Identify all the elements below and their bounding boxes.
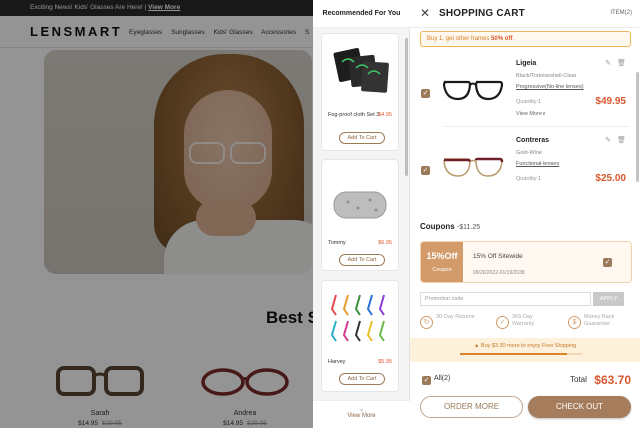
cart-item-color: Black/Tortoiseshell-Clear xyxy=(516,73,577,79)
cart-scrollbar[interactable] xyxy=(636,52,639,332)
view-more-button[interactable]: ⌄ View More xyxy=(313,400,410,428)
recommended-price: $5.95 xyxy=(378,359,392,365)
total-label: Total xyxy=(570,375,587,384)
truck-icon: ▲ xyxy=(473,343,481,349)
checkout-button[interactable]: CHECK OUT xyxy=(528,396,631,418)
order-more-button[interactable]: ORDER MORE xyxy=(420,396,523,418)
add-to-cart-button[interactable]: Add To Cart xyxy=(339,132,385,144)
edit-icon[interactable]: ✎ xyxy=(605,59,611,67)
cart-item-lens[interactable]: Progressive(No-line lenses) xyxy=(516,84,584,90)
promo-banner: Buy 1, get other frames 50% off. xyxy=(420,31,631,47)
shield-icon: ✓ xyxy=(496,316,509,329)
coupons-title: Coupons -$11.25 xyxy=(420,222,481,231)
trash-icon[interactable]: 🗑 xyxy=(617,136,626,144)
recommended-price: $4.95 xyxy=(378,112,392,118)
total-row: ✓ All(2) Total $63.70 xyxy=(410,364,640,392)
glasses-chains-image xyxy=(330,294,385,342)
free-shipping-text: ▲ Buy $3.30 more to enjoy Free Shipping xyxy=(473,343,577,349)
shipping-progress xyxy=(460,353,582,355)
select-all-label: All(2) xyxy=(434,375,451,382)
recommended-name: Tommy xyxy=(328,240,346,246)
recommended-name: Harvey xyxy=(328,359,346,365)
cart-item-quantity: Quantity:1 xyxy=(516,99,542,105)
cart-item-price: $49.95 xyxy=(595,96,626,107)
cart-item-price: $25.00 xyxy=(595,173,626,184)
cart-item-quantity: Quantity:1 xyxy=(516,176,542,182)
cloth-set-image xyxy=(333,47,389,93)
returns-icon: ↻ xyxy=(420,316,433,329)
apply-button[interactable]: APPLY xyxy=(593,292,624,306)
trash-icon[interactable]: 🗑 xyxy=(617,59,626,67)
coupons-amount: -$11.25 xyxy=(456,224,481,231)
modal-overlay[interactable] xyxy=(0,0,313,428)
cart-title: SHOPPING CART xyxy=(439,8,525,19)
cart-item-name: Ligeia xyxy=(516,60,537,67)
glasses-image xyxy=(442,80,504,101)
cart-item-color: Gold-Wine xyxy=(516,150,542,156)
cart-header: ✕ SHOPPING CART ITEM(2) xyxy=(410,0,640,28)
edit-icon[interactable]: ✎ xyxy=(605,136,611,144)
view-more-link[interactable]: View More∨ xyxy=(516,111,546,117)
item-count: ITEM(2) xyxy=(610,10,632,16)
recommended-title: Recommended For You xyxy=(313,0,410,28)
coupon-dates: 09/26/2022-01/19/2038 xyxy=(473,270,525,276)
select-all-checkbox[interactable]: ✓ xyxy=(422,376,431,385)
cart-item-lens[interactable]: Functional-lenses xyxy=(516,161,559,167)
cart-item-name: Contreras xyxy=(516,137,550,144)
add-to-cart-button[interactable]: Add To Cart xyxy=(339,254,385,266)
recommended-card[interactable]: Tommy $6.95 Add To Cart xyxy=(321,159,399,271)
add-to-cart-button[interactable]: Add To Cart xyxy=(339,373,385,385)
promotion-code-input[interactable]: Promotion code xyxy=(420,292,591,306)
recommended-card[interactable]: Fog-proof cloth Set 3 $4.95 Add To Cart xyxy=(321,33,399,151)
recommended-panel: Recommended For You Fog-proof cloth Set … xyxy=(313,0,410,428)
shopping-cart-panel: ✕ SHOPPING CART ITEM(2) Buy 1, get other… xyxy=(410,0,640,428)
coupon-card[interactable]: 15%Off Coupon 15% Off Sitewide 09/26/202… xyxy=(420,241,632,283)
free-shipping-bar: ▲ Buy $3.30 more to enjoy Free Shipping xyxy=(410,338,640,362)
close-icon[interactable]: ✕ xyxy=(420,6,430,20)
coupon-badge: 15%Off Coupon xyxy=(421,242,463,282)
divider xyxy=(444,126,630,127)
money-icon: $ xyxy=(568,316,581,329)
total-value: $63.70 xyxy=(594,373,631,387)
glasses-image xyxy=(443,157,504,177)
coupon-title: 15% Off Sitewide xyxy=(473,253,523,260)
item-checkbox[interactable]: ✓ xyxy=(421,166,430,175)
coupon-checkbox[interactable]: ✓ xyxy=(603,258,612,267)
item-checkbox[interactable]: ✓ xyxy=(421,89,430,98)
recommended-name: Fog-proof cloth Set 3 xyxy=(328,112,380,118)
recommended-scrollbar[interactable] xyxy=(405,30,408,400)
recommended-price: $6.95 xyxy=(378,240,392,246)
recommended-card[interactable]: Harvey $5.95 Add To Cart xyxy=(321,280,399,392)
chevron-down-icon: ⌄ xyxy=(358,406,365,413)
view-more-label: View More xyxy=(347,413,376,419)
glasses-case-image xyxy=(333,191,387,219)
